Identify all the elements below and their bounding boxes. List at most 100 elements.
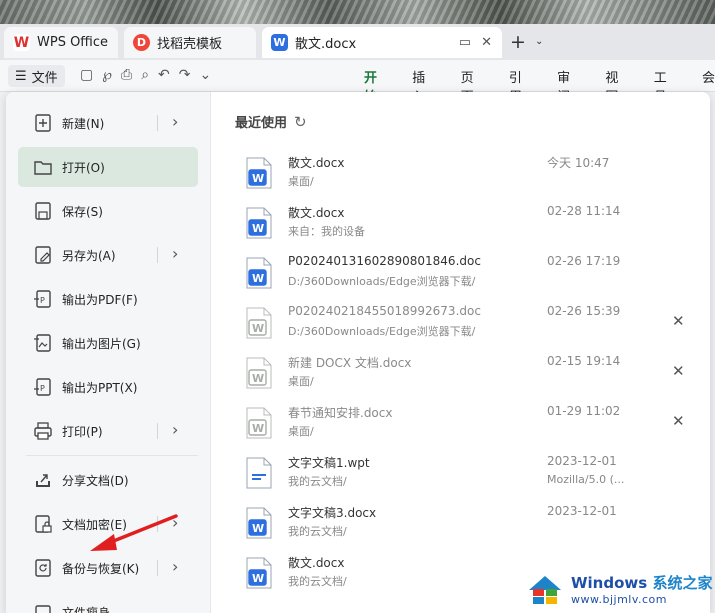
file-name: P020240131602890801846.doc <box>288 254 481 268</box>
file-menu-button[interactable]: ☰ 文件 <box>8 65 65 87</box>
svg-text:W: W <box>252 172 264 185</box>
file-path: 我的云文档/ <box>288 475 347 488</box>
remove-icon[interactable]: ✕ <box>672 312 685 330</box>
save-icon <box>32 200 54 222</box>
chevron-right-icon[interactable]: › <box>172 420 178 439</box>
svg-text:P: P <box>40 296 45 305</box>
menu-item-label: 保存(S) <box>62 204 103 219</box>
file-menu-item[interactable]: 分享文档(D) <box>18 460 198 500</box>
file-name: 散文.docx <box>288 556 345 570</box>
chevron-right-icon[interactable]: › <box>172 244 178 263</box>
export-image-icon <box>32 332 54 354</box>
svg-text:W: W <box>252 222 264 235</box>
file-name: 新建 DOCX 文档.docx <box>288 356 412 370</box>
file-menu-label: 文件 <box>31 70 58 86</box>
refresh-icon[interactable]: ↻ <box>294 113 307 131</box>
chevron-down-icon[interactable]: ⌄ <box>200 67 212 83</box>
tab-wps-office[interactable]: W WPS Office <box>4 27 118 58</box>
file-name: 散文.docx <box>288 156 345 170</box>
file-menu-item[interactable]: 输出为图片(G) <box>18 323 198 363</box>
file-menu-item[interactable]: P 输出为PPT(X) <box>18 367 198 407</box>
file-name: 散文.docx <box>288 206 345 220</box>
menu-item-label: 输出为PPT(X) <box>62 380 138 395</box>
file-date: 02-26 17:19 <box>547 254 621 268</box>
file-name: 文字文稿1.wpt <box>288 456 370 470</box>
undo-icon[interactable]: ↶ <box>158 67 170 83</box>
new-file-icon[interactable]: ▢ <box>80 67 93 83</box>
menu-item-label: 打印(P) <box>62 424 103 439</box>
file-name: P020240218455018992673.doc <box>288 304 481 318</box>
recent-file-row[interactable]: W 散文.docx 来自：我的设备 02-28 11:14 <box>236 199 706 249</box>
quick-access-tools: ▢ ℘ ⎙ ⌕ ↶ ↷ ⌄ <box>80 67 211 83</box>
recent-file-row[interactable]: W P020240131602890801846.doc D:/360Downloa… <box>236 249 706 299</box>
file-menu-item[interactable]: 另存为(A) › <box>18 235 198 275</box>
file-date: 2023-12-01 <box>547 504 617 518</box>
watermark: Windows 系统之家 www.bjjmlv.com <box>525 566 715 612</box>
recent-header: 最近使用 ↻ <box>235 112 307 132</box>
folder-icon <box>32 156 54 178</box>
menu-item-divider <box>157 423 158 439</box>
tab-bar: W WPS Office D 找稻壳模板 W 散文.docx ▭ ✕ <box>0 24 715 60</box>
file-menu-item[interactable]: 保存(S) <box>18 191 198 231</box>
export-ppt-icon: P <box>32 376 54 398</box>
redo-icon[interactable]: ↷ <box>179 67 191 83</box>
recent-file-row[interactable]: W 春节通知安排.docx 桌面/01-29 11:02 ✕ <box>236 399 706 449</box>
screen-icon[interactable]: ▭ <box>459 35 471 50</box>
chevron-right-icon[interactable]: › <box>172 112 178 131</box>
tab-label: 找稻壳模板 <box>157 37 223 52</box>
recent-file-row[interactable]: W 文字文稿3.docx 我的云文档/2023-12-01 <box>236 499 706 549</box>
windows-logo-icon <box>529 576 561 604</box>
file-path: D:/360Downloads/Edge浏览器下载/ <box>288 275 476 288</box>
new-tab-plus-icon[interactable]: + <box>510 31 526 53</box>
menu-item-label: 分享文档(D) <box>62 473 129 488</box>
file-name: 文字文稿3.docx <box>288 506 377 520</box>
svg-text:W: W <box>252 272 264 285</box>
print-preview-icon[interactable]: ⌕ <box>141 67 149 83</box>
recent-file-row[interactable]: W 新建 DOCX 文档.docx 桌面/02-15 19:14 ✕ <box>236 349 706 399</box>
save-as-icon <box>32 244 54 266</box>
svg-text:W: W <box>252 322 264 335</box>
menu-item-label: 输出为图片(G) <box>62 336 141 351</box>
hamburger-icon: ☰ <box>15 68 27 84</box>
close-icon[interactable]: ✕ <box>481 35 492 50</box>
print-icon[interactable]: ⎙ <box>121 67 132 83</box>
file-date: 02-26 15:39 <box>547 304 621 318</box>
recent-file-row[interactable]: 文字文稿1.wpt 我的云文档/2023-12-01 Mozilla/5.0 (..… <box>236 449 706 499</box>
file-path: 我的云文档/ <box>288 575 347 588</box>
remove-icon[interactable]: ✕ <box>672 412 685 430</box>
cloud-save-icon[interactable]: ℘ <box>102 67 112 83</box>
backup-icon <box>32 557 54 579</box>
remove-icon[interactable]: ✕ <box>672 362 685 380</box>
svg-text:P: P <box>40 384 45 393</box>
share-icon <box>32 469 54 491</box>
annotation-arrow <box>90 514 178 551</box>
menu-item-label: 打开(O) <box>62 160 105 175</box>
tab-document[interactable]: W 散文.docx ▭ ✕ <box>262 27 502 58</box>
desktop-wallpaper-strip <box>0 0 715 24</box>
file-date: 02-28 11:14 <box>547 204 621 218</box>
chevron-down-icon[interactable]: ⌄ <box>535 36 543 47</box>
menu-item-divider <box>157 247 158 263</box>
svg-text:W: W <box>252 522 264 535</box>
file-menu-item[interactable]: P 输出为PDF(F) <box>18 279 198 319</box>
tab-label: WPS Office <box>37 35 109 50</box>
file-menu-item[interactable]: 文件瘦身 <box>18 592 198 613</box>
file-menu-item[interactable]: 打印(P) › <box>18 411 198 451</box>
svg-text:W: W <box>252 372 264 385</box>
file-date: 今天 10:47 <box>547 156 610 170</box>
recent-file-row[interactable]: W P020240218455018992673.doc D:/360Downloa… <box>236 299 706 349</box>
tab-label: 散文.docx <box>295 37 357 52</box>
file-path: D:/360Downloads/Edge浏览器下载/ <box>288 325 476 338</box>
word-doc-icon: W <box>271 34 288 51</box>
file-date: 2023-12-01 <box>547 454 617 468</box>
tab-template[interactable]: D 找稻壳模板 <box>124 27 256 58</box>
recent-file-row[interactable]: W 散文.docx 桌面/今天 10:47 <box>236 149 706 199</box>
svg-text:W: W <box>252 572 264 585</box>
file-path: 桌面/ <box>288 175 314 188</box>
chevron-right-icon[interactable]: › <box>172 557 178 576</box>
main-toolbar: ☰ 文件 ▢ ℘ ⎙ ⌕ ↶ ↷ ⌄ 开始插入页面引用审阅视图工具会 <box>0 60 715 110</box>
svg-text:W: W <box>252 422 264 435</box>
file-path: 桌面/ <box>288 425 314 438</box>
file-menu-item[interactable]: 新建(N) › <box>18 103 198 143</box>
file-menu-item[interactable]: 打开(O) <box>18 147 198 187</box>
